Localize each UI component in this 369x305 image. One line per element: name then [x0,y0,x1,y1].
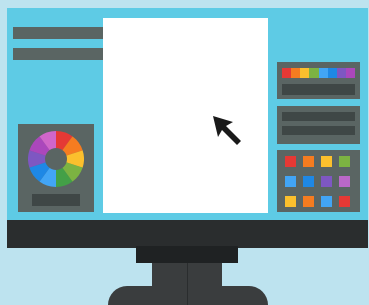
spectrum-color [291,68,301,78]
color-wheel-icon [28,131,84,187]
color-swatch [321,156,332,167]
layers-bar-2 [282,126,355,135]
spectrum-color [309,68,319,78]
color-swatch [339,196,350,207]
spectrum-color [300,68,310,78]
color-wheel-bar [32,194,80,206]
color-swatch [303,196,314,207]
color-swatch [285,196,296,207]
drawing-canvas [103,18,268,213]
swatch-panel [277,150,360,212]
spectrum-panel-bar [282,84,355,95]
color-swatch [339,156,350,167]
swatch-grid [285,156,350,207]
spectrum-color [327,68,337,78]
illustration-computer-monitor [0,0,369,305]
monitor-bezel [7,220,368,248]
layers-bar-1 [282,112,355,121]
spectrum-color [345,68,355,78]
color-swatch [339,176,350,187]
color-swatch [285,176,296,187]
monitor-neck [136,246,238,263]
spectrum-strip [282,68,355,78]
layers-panel [277,106,360,144]
color-wheel-hub [45,148,67,170]
color-swatch [303,156,314,167]
color-swatch [303,176,314,187]
monitor-stand-base [108,286,268,305]
spectrum-color [282,68,292,78]
spectrum-panel [277,62,360,99]
color-swatch [321,176,332,187]
spectrum-color [336,68,346,78]
monitor-stand-seam [187,263,188,305]
color-swatch [285,156,296,167]
spectrum-color [318,68,328,78]
color-wheel-panel [18,124,94,212]
color-swatch [321,196,332,207]
cursor-arrow-icon [213,116,241,145]
